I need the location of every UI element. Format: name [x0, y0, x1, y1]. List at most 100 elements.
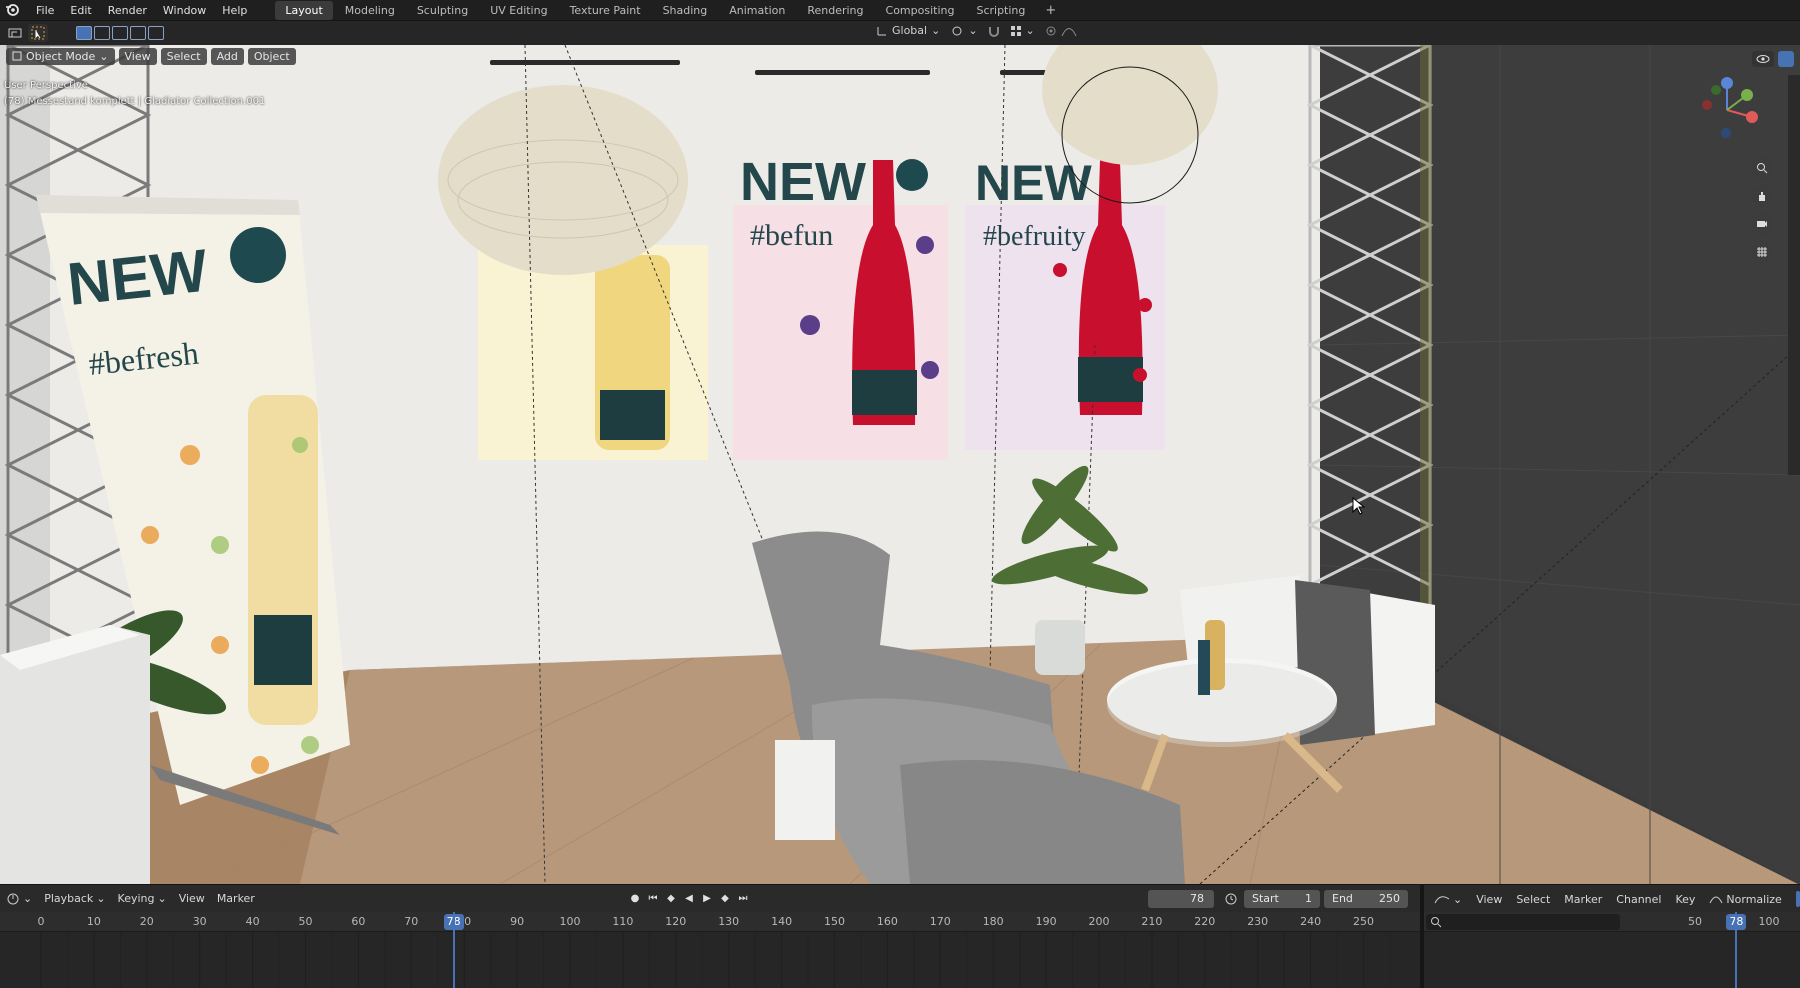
normalize-icon — [1709, 896, 1723, 904]
menu-window[interactable]: Window — [155, 0, 214, 21]
keying-menu[interactable]: Keying ⌄ — [118, 892, 167, 905]
tab-rendering[interactable]: Rendering — [797, 1, 873, 20]
area-divider[interactable] — [1420, 884, 1424, 988]
tab-animation[interactable]: Animation — [719, 1, 795, 20]
start-value: 1 — [1305, 891, 1312, 905]
graph-playhead-line[interactable] — [1735, 912, 1738, 988]
tab-compositing[interactable]: Compositing — [876, 1, 965, 20]
play-reverse-icon[interactable]: ◀ — [682, 892, 696, 906]
camera-icon[interactable] — [1751, 213, 1773, 235]
normalize-toggle[interactable]: Normalize — [1709, 893, 1782, 906]
tab-uv-editing[interactable]: UV Editing — [480, 1, 557, 20]
graph-editor-type-icon[interactable]: ⌄ — [1434, 893, 1462, 906]
tab-scripting[interactable]: Scripting — [966, 1, 1035, 20]
graph-key-menu[interactable]: Key — [1675, 893, 1695, 906]
select-tool-icon[interactable] — [28, 24, 48, 42]
pan-hand-icon[interactable] — [1751, 185, 1773, 207]
channel-search-input[interactable] — [1426, 914, 1620, 930]
add-workspace-icon[interactable]: + — [1037, 1, 1064, 20]
gizmo-toggle-icon[interactable] — [1778, 51, 1794, 67]
editor-type-icon[interactable] — [6, 24, 26, 42]
3d-viewport[interactable]: NEW #befresh NEW #befun NEW #befruity Ob… — [0, 45, 1800, 884]
ruler-tick-label: 160 — [876, 915, 898, 928]
visibility-icon[interactable] — [1752, 51, 1774, 67]
auto-refresh-icon[interactable] — [1795, 891, 1800, 907]
graph-ruler-tick-label: 100 — [1758, 915, 1780, 928]
mode-intersect-icon[interactable] — [148, 26, 164, 40]
selection-mode-group — [76, 26, 164, 40]
object-menu[interactable]: Object — [247, 47, 296, 65]
select-menu[interactable]: Select — [160, 47, 207, 65]
playback-menu[interactable]: Playback ⌄ — [44, 892, 105, 905]
ruler-tick-label: 100 — [559, 915, 581, 928]
start-label: Start — [1252, 891, 1279, 905]
mode-extend-icon[interactable] — [94, 26, 110, 40]
start-frame-field[interactable]: Start 1 — [1244, 889, 1320, 908]
viewport-overlay-icons — [1752, 51, 1794, 67]
blender-logo-icon[interactable] — [4, 2, 20, 18]
ruler-tick-label: 10 — [86, 915, 101, 928]
graph-marker-menu[interactable]: Marker — [1564, 893, 1602, 906]
mode-invert-icon[interactable] — [130, 26, 146, 40]
orientation-icon — [877, 26, 886, 35]
end-label: End — [1332, 891, 1353, 905]
collection-info-label: (78) Messestand komplett | Gladiator Col… — [4, 96, 266, 107]
proportional-edit-toggle[interactable] — [1045, 25, 1077, 37]
ruler-tick-label: 70 — [404, 915, 419, 928]
playback-controls: ● ⏮ ◆ ◀ ▶ ◆ ⏭ — [628, 892, 750, 906]
mode-dropdown[interactable]: Object Mode ⌄ — [6, 47, 115, 65]
tab-layout[interactable]: Layout — [275, 0, 333, 20]
menu-edit[interactable]: Edit — [62, 0, 99, 21]
timeline-body[interactable] — [0, 932, 1800, 988]
ruler-tick-label: 150 — [824, 915, 845, 928]
add-menu[interactable]: Add — [210, 47, 244, 65]
viewport-info-overlay: User Perspective (78) Messestand komplet… — [4, 78, 265, 110]
timeline-editor-type-icon[interactable]: ⌄ — [6, 892, 32, 906]
poster3-tag: #befruity — [983, 221, 1086, 252]
record-icon[interactable]: ● — [628, 892, 642, 906]
jump-end-icon[interactable]: ⏭ — [736, 892, 750, 906]
timeline-marker-menu[interactable]: Marker — [217, 892, 255, 905]
jump-start-icon[interactable]: ⏮ — [646, 892, 660, 906]
chevron-down-icon: ⌄ — [99, 49, 109, 63]
tab-texture-paint[interactable]: Texture Paint — [560, 1, 651, 20]
ruler-tick-label: 140 — [771, 915, 793, 928]
playhead-line[interactable] — [452, 912, 455, 988]
sidebar-tabs[interactable] — [1788, 75, 1800, 475]
view-menu[interactable]: View — [118, 47, 157, 65]
ruler-tick-label: 120 — [665, 915, 687, 928]
ruler-tick-label: 180 — [982, 915, 1004, 928]
tab-modeling[interactable]: Modeling — [335, 1, 405, 20]
pivot-point-dropdown[interactable]: ⌄ — [950, 24, 978, 37]
ortho-grid-icon[interactable] — [1751, 241, 1773, 263]
navigation-gizmo[interactable] — [1692, 75, 1762, 148]
mode-subtract-icon[interactable] — [112, 26, 128, 40]
timeline-grid — [40, 932, 1391, 988]
play-icon[interactable]: ▶ — [700, 892, 714, 906]
menu-help[interactable]: Help — [214, 0, 255, 21]
menu-file[interactable]: File — [28, 0, 62, 21]
mode-set-icon[interactable] — [76, 26, 92, 40]
ruler-tick-label: 200 — [1088, 915, 1110, 928]
tab-sculpting[interactable]: Sculpting — [407, 1, 478, 20]
graph-select-menu[interactable]: Select — [1516, 893, 1550, 906]
prev-keyframe-icon[interactable]: ◆ — [664, 892, 678, 906]
snap-toggle[interactable] — [988, 25, 1000, 37]
tab-shading[interactable]: Shading — [653, 1, 718, 20]
menu-render[interactable]: Render — [100, 0, 155, 21]
clock-icon[interactable] — [1224, 892, 1238, 906]
chevron-down-icon: ⌄ — [96, 892, 106, 905]
current-frame-field[interactable]: 78 — [1148, 889, 1214, 908]
magnet-icon — [988, 26, 999, 37]
graph-channel-menu[interactable]: Channel — [1616, 893, 1661, 906]
falloff-icon — [1061, 27, 1077, 36]
transform-orientation-dropdown[interactable]: Global ⌄ — [876, 24, 940, 37]
graph-view-menu[interactable]: View — [1476, 893, 1502, 906]
proportional-icon — [1046, 26, 1056, 35]
end-frame-field[interactable]: End 250 — [1324, 889, 1408, 908]
next-keyframe-icon[interactable]: ◆ — [718, 892, 732, 906]
zoom-icon[interactable] — [1751, 157, 1773, 179]
snap-grid-icon — [1010, 25, 1021, 36]
snap-target-dropdown[interactable]: ⌄ — [1010, 24, 1035, 37]
timeline-view-menu[interactable]: View — [179, 892, 205, 905]
